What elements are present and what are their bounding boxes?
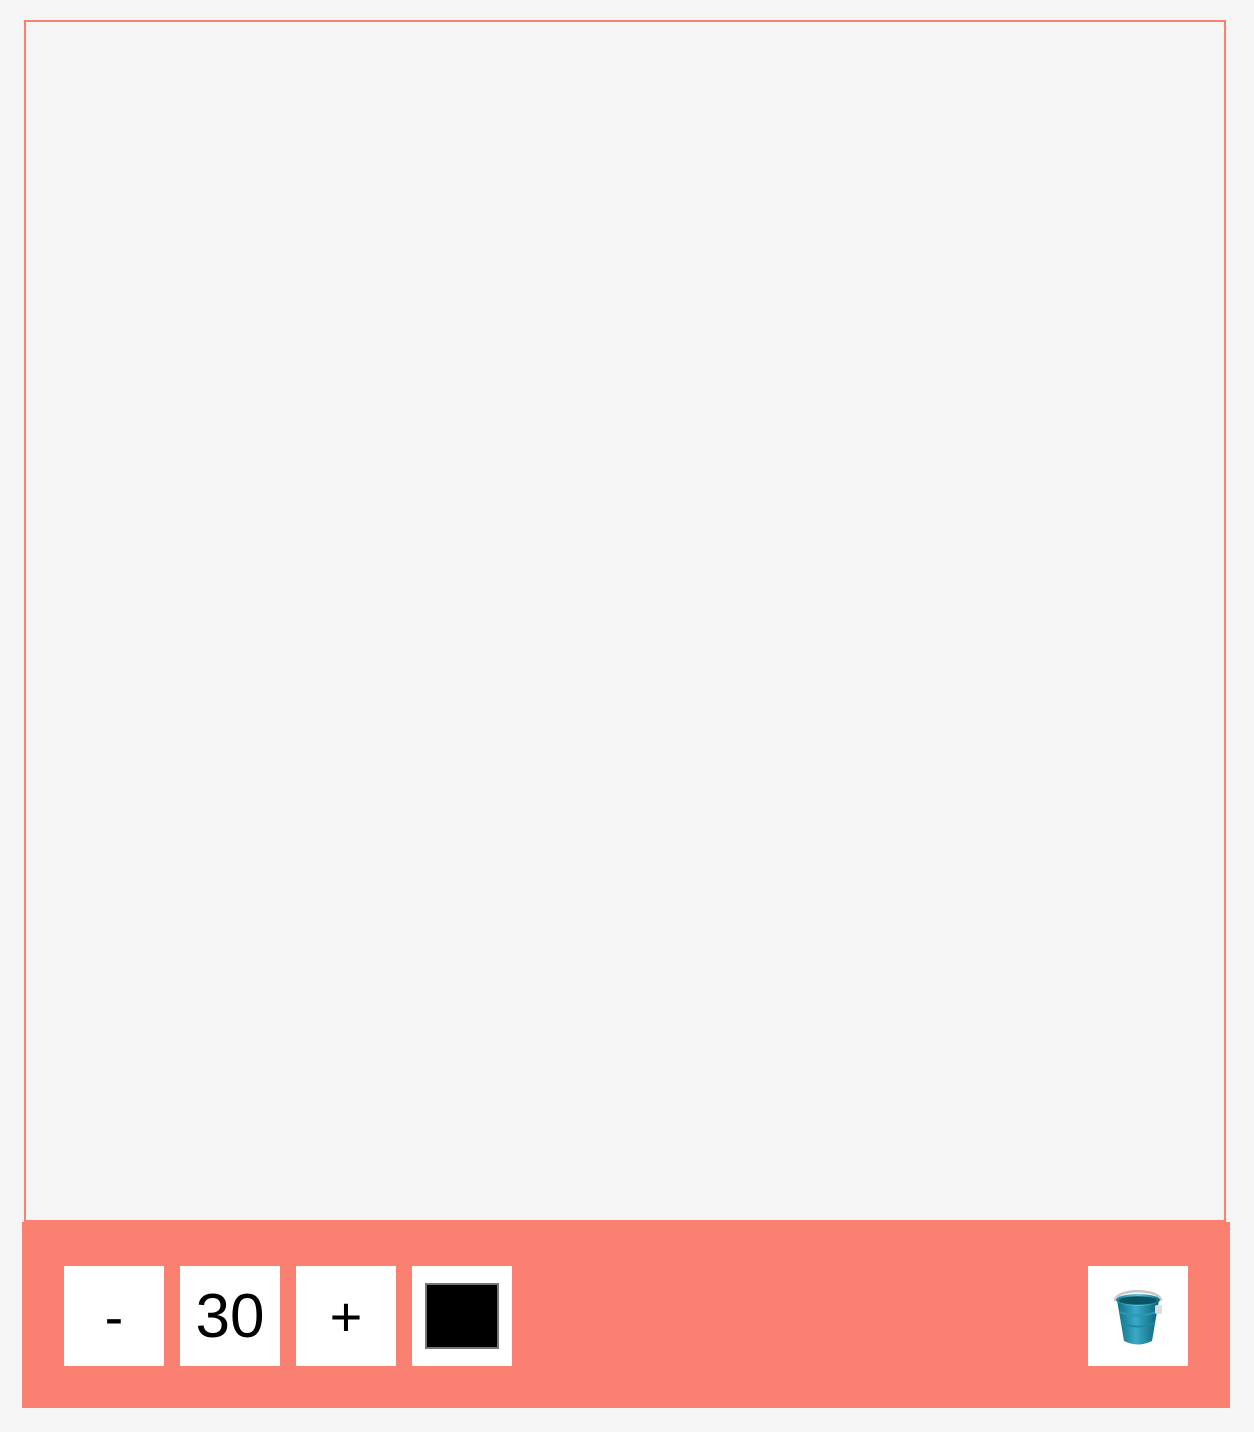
decrease-size-button[interactable]: - xyxy=(64,1266,164,1366)
color-picker-button[interactable] xyxy=(412,1266,512,1366)
increase-size-button[interactable]: + xyxy=(296,1266,396,1366)
drawing-canvas[interactable] xyxy=(24,20,1226,1222)
bucket-icon xyxy=(1113,1290,1163,1345)
toolbar: - 30 + xyxy=(22,1222,1230,1408)
clear-canvas-button[interactable] xyxy=(1088,1266,1188,1366)
brush-size-value: 30 xyxy=(180,1266,280,1366)
color-swatch xyxy=(425,1283,499,1349)
